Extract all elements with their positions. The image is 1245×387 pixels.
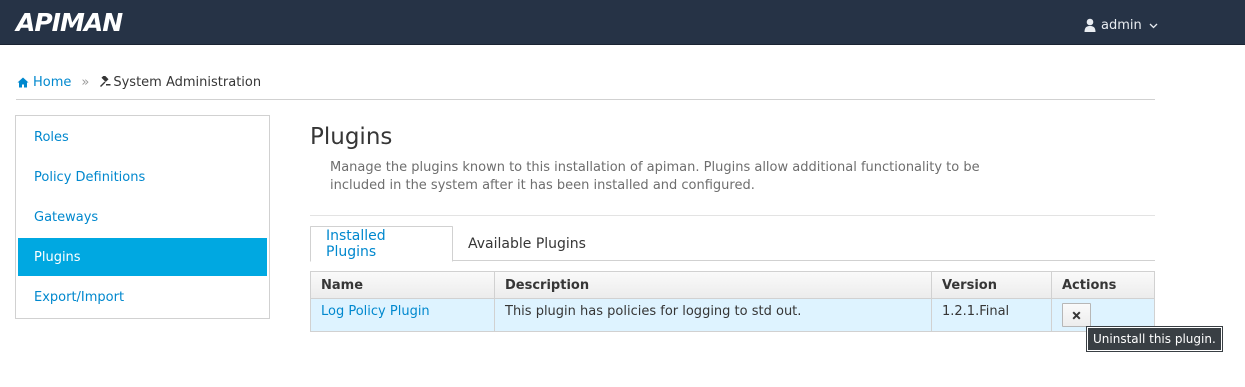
plugin-version-cell: 1.2.1.Final	[932, 299, 1052, 331]
page-description: Manage the plugins known to this install…	[330, 160, 980, 193]
breadcrumb-home[interactable]: Home	[17, 75, 71, 90]
tab-installed-plugins[interactable]: Installed Plugins	[310, 226, 453, 262]
sidebar-item-gateways[interactable]: Gateways	[18, 198, 267, 236]
table-row: Log Policy Plugin This plugin has polici…	[311, 299, 1154, 331]
breadcrumb-separator: »	[81, 74, 90, 90]
breadcrumb-home-label: Home	[33, 74, 72, 90]
sidebar-item-roles[interactable]: Roles	[18, 118, 267, 156]
chevron-down-icon	[1149, 23, 1158, 28]
sidebar-item-label: Roles	[34, 129, 69, 145]
plugin-tabs: Installed Plugins Available Plugins	[310, 226, 1155, 262]
page-title: Plugins	[310, 124, 393, 150]
sidebar-item-plugins[interactable]: Plugins	[18, 238, 267, 276]
sidebar-item-label: Policy Definitions	[34, 169, 146, 185]
close-icon	[1072, 310, 1081, 320]
user-icon	[1084, 18, 1096, 32]
tab-available-plugins[interactable]: Available Plugins	[453, 226, 601, 261]
divider	[310, 215, 1155, 216]
plugin-name-link[interactable]: Log Policy Plugin	[321, 304, 430, 319]
divider	[16, 99, 1155, 100]
plugins-table: Name Description Version Actions Log Pol…	[310, 271, 1155, 332]
user-name: admin	[1101, 17, 1142, 33]
plugin-description-cell: This plugin has policies for logging to …	[495, 299, 932, 331]
column-header-version: Version	[932, 272, 1052, 298]
tab-label: Installed Plugins	[326, 228, 386, 260]
sidebar-item-label: Gateways	[34, 209, 99, 225]
top-navbar: APIMAN admin	[0, 0, 1245, 45]
brand-text: APIMAN	[16, 7, 123, 37]
plugin-name-cell: Log Policy Plugin	[311, 299, 495, 331]
uninstall-plugin-button[interactable]	[1062, 303, 1091, 327]
breadcrumb: Home » System Administration	[17, 73, 261, 91]
sidebar-item-label: Plugins	[34, 249, 81, 265]
home-icon	[17, 77, 29, 87]
user-menu[interactable]: admin	[1084, 15, 1158, 35]
tab-label: Available Plugins	[468, 235, 586, 252]
brand-logo[interactable]: APIMAN	[16, 7, 123, 37]
column-header-actions: Actions	[1062, 277, 1117, 293]
admin-sidebar: Roles Policy Definitions Gateways Plugin…	[15, 115, 270, 319]
sidebar-item-export-import[interactable]: Export/Import	[18, 278, 267, 316]
column-header-description: Description	[495, 272, 932, 298]
sidebar-item-policy-definitions[interactable]: Policy Definitions	[18, 158, 267, 196]
column-header-name: Name	[311, 272, 495, 298]
breadcrumb-current: System Administration	[99, 75, 261, 90]
uninstall-tooltip: Uninstall this plugin.	[1087, 327, 1222, 351]
table-header: Name Description Version Actions	[311, 272, 1154, 299]
sidebar-item-label: Export/Import	[34, 289, 125, 305]
breadcrumb-current-label: System Administration	[113, 74, 262, 90]
gavel-icon	[100, 76, 111, 87]
